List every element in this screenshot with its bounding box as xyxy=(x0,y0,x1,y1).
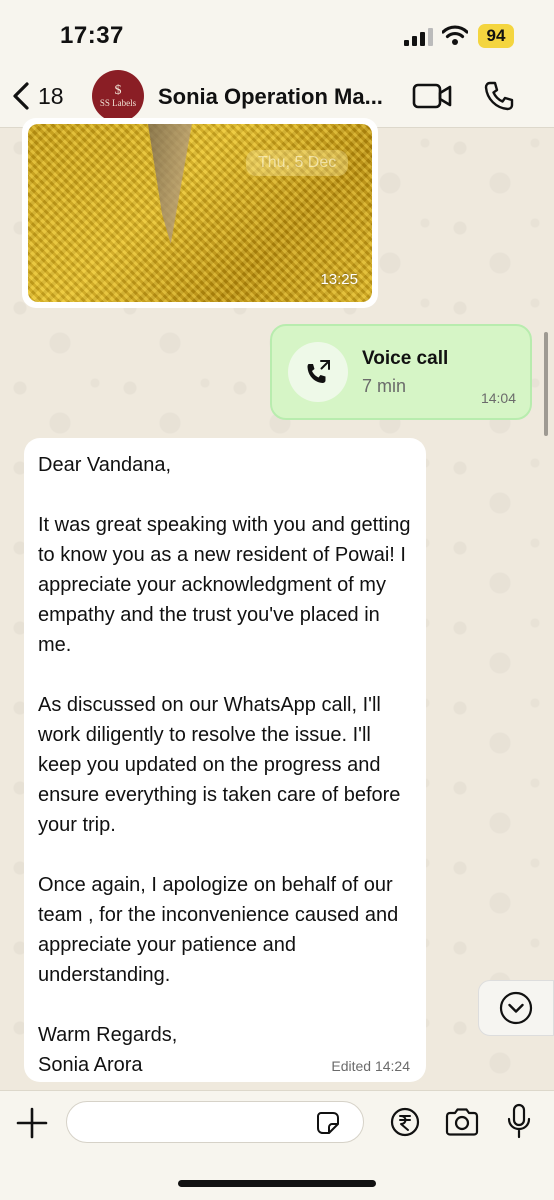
message-paragraph: As discussed on our WhatsApp call, I'll … xyxy=(38,694,401,836)
message-time: 13:25 xyxy=(320,271,358,288)
call-duration: 7 min xyxy=(362,376,407,396)
call-title: Voice call xyxy=(362,348,449,369)
plus-icon[interactable] xyxy=(14,1105,50,1141)
avatar[interactable]: $ SS Labels xyxy=(92,70,144,122)
message-time: 14:04 xyxy=(480,390,516,406)
avatar-logo-text: SS Labels xyxy=(99,98,137,108)
message-meta: Edited 14:24 xyxy=(331,1058,410,1074)
rupee-icon[interactable] xyxy=(390,1107,420,1137)
message-paragraph: It was great speaking with you and getti… xyxy=(38,514,411,656)
battery-badge: 94 xyxy=(478,24,514,48)
message-greeting: Dear Vandana, xyxy=(38,454,172,476)
chevron-left-icon xyxy=(13,82,29,110)
camera-icon[interactable] xyxy=(444,1107,480,1137)
call-icon-circle xyxy=(288,342,348,402)
message-paragraph: Once again, I apologize on behalf of our… xyxy=(38,874,399,986)
microphone-icon[interactable] xyxy=(506,1103,532,1139)
avatar-logo-mark: $ xyxy=(114,83,122,98)
image-photo[interactable]: Thu, 5 Dec 13:25 xyxy=(28,124,372,302)
contact-name[interactable]: Sonia Operation Ma... xyxy=(158,84,398,110)
message-signoff: Warm Regards, xyxy=(38,1024,178,1046)
sticker-icon[interactable] xyxy=(316,1111,340,1135)
image-message[interactable]: Thu, 5 Dec 13:25 xyxy=(22,118,378,308)
edited-label: Edited xyxy=(331,1058,372,1074)
scrollbar-thumb[interactable] xyxy=(544,332,548,436)
text-message[interactable]: Dear Vandana, It was great speaking with… xyxy=(24,438,426,1082)
image-fabric-fold xyxy=(148,124,218,274)
status-bar: 17:37 94 xyxy=(0,0,554,62)
back-button[interactable]: 18 xyxy=(10,78,64,114)
phone-icon[interactable] xyxy=(482,80,516,112)
voice-call-message[interactable]: Voice call 7 min 14:04 xyxy=(270,324,532,420)
cellular-signal-icon xyxy=(404,28,433,46)
chevron-down-icon xyxy=(499,991,533,1025)
date-chip: Thu, 5 Dec xyxy=(246,150,349,176)
home-indicator xyxy=(178,1180,376,1187)
scroll-to-bottom-button[interactable] xyxy=(478,980,554,1036)
status-time: 17:37 xyxy=(60,22,124,49)
unread-count: 18 xyxy=(38,82,64,109)
wifi-icon xyxy=(442,25,468,45)
message-time: 14:24 xyxy=(374,1058,410,1074)
video-call-icon[interactable] xyxy=(412,82,452,110)
outgoing-call-icon xyxy=(307,360,330,383)
